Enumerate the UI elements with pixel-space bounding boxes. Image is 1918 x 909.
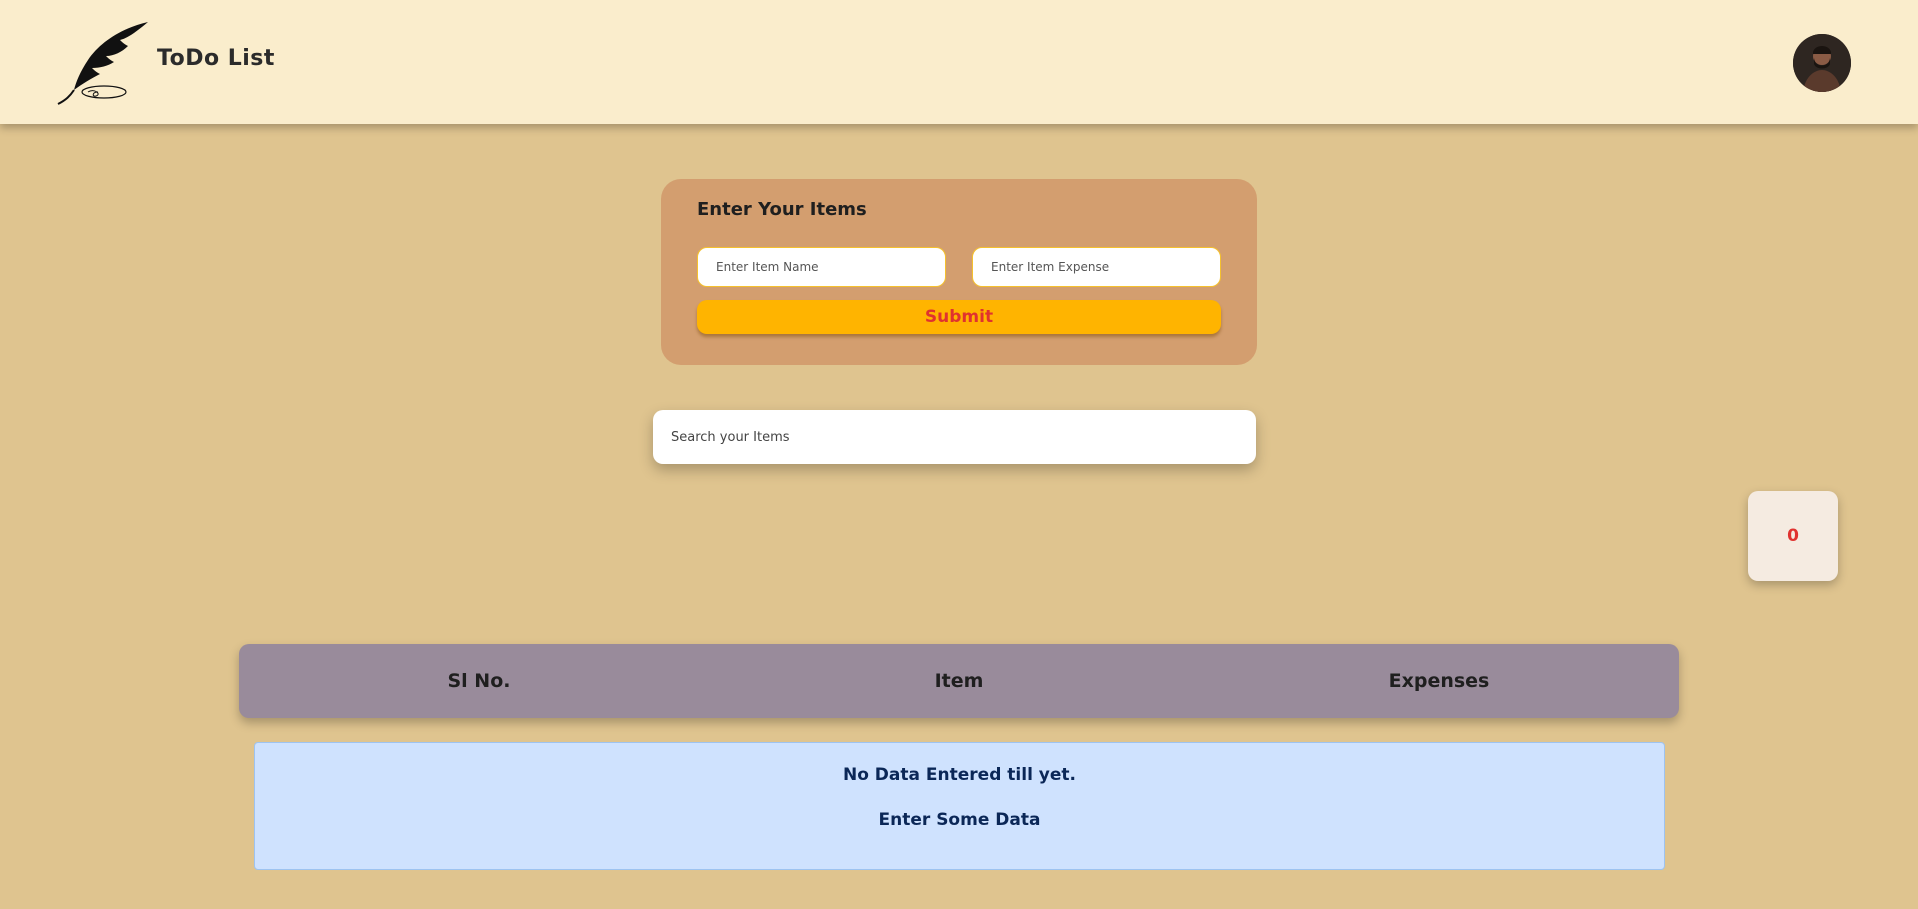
avatar-image (1793, 34, 1851, 92)
user-avatar[interactable] (1793, 34, 1851, 92)
form-title: Enter Your Items (697, 199, 867, 220)
item-entry-form: Enter Your Items Submit (661, 179, 1257, 365)
table-header: Sl No. Item Expenses (239, 644, 1679, 718)
item-count-badge: 0 (1748, 491, 1838, 581)
submit-button[interactable]: Submit (697, 300, 1221, 334)
search-input[interactable] (653, 410, 1256, 464)
quill-feather-icon (57, 22, 148, 105)
item-expense-input[interactable] (972, 247, 1221, 287)
empty-state-message: No Data Entered till yet. Enter Some Dat… (254, 742, 1665, 870)
column-header-sl-no: Sl No. (447, 670, 511, 692)
column-header-expenses: Expenses (1388, 670, 1490, 692)
item-name-input[interactable] (697, 247, 946, 287)
navbar: ToDo List (0, 0, 1918, 124)
app-title: ToDo List (157, 46, 275, 71)
item-count-value: 0 (1787, 526, 1799, 546)
empty-state-title: No Data Entered till yet. (842, 765, 1077, 785)
empty-state-hint: Enter Some Data (878, 810, 1041, 830)
column-header-item: Item (934, 670, 984, 692)
